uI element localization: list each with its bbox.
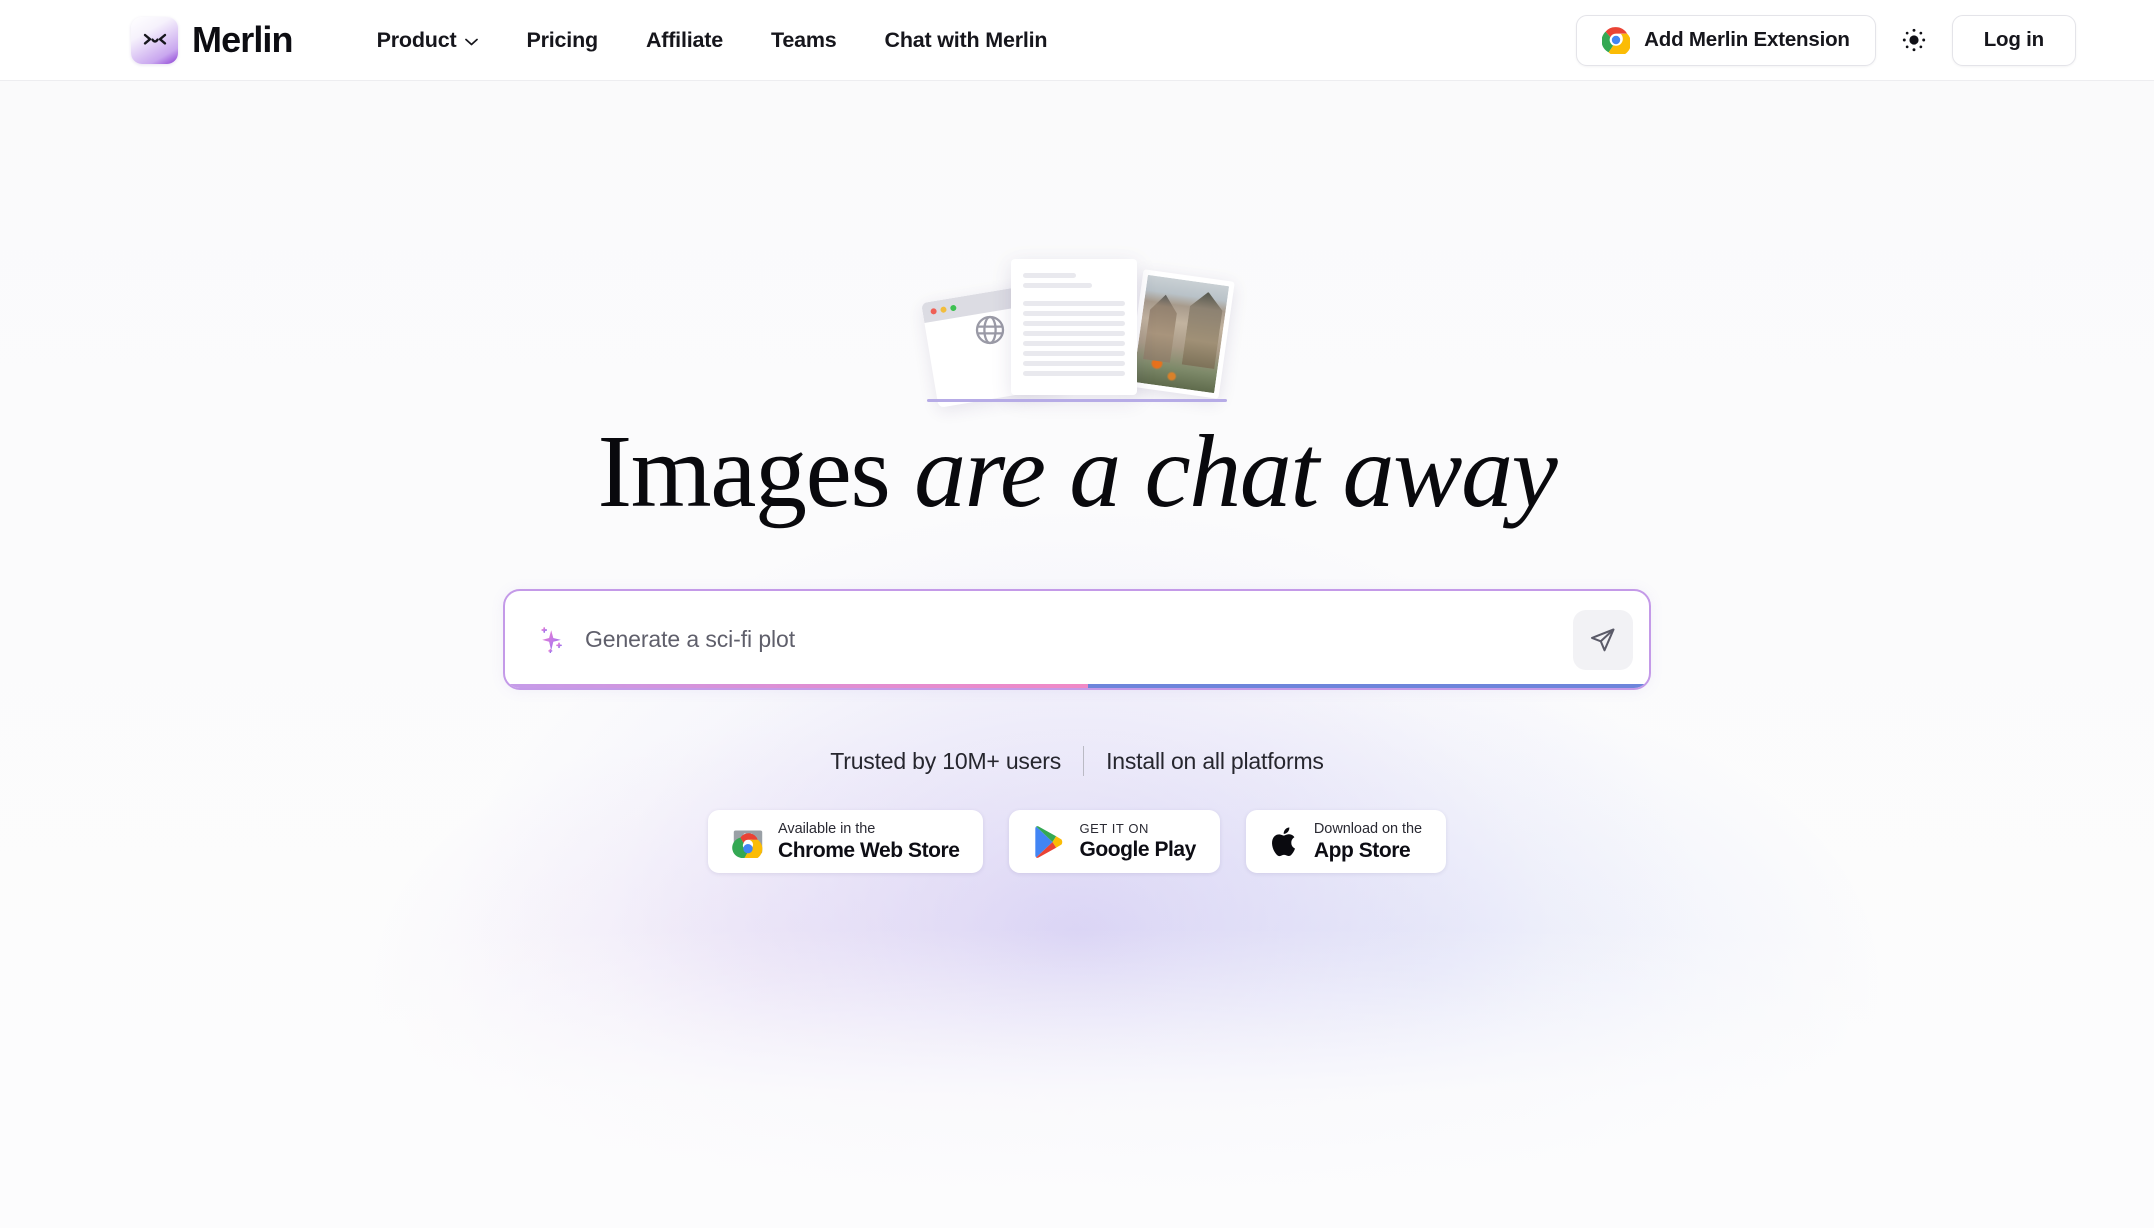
badge-subtitle: Available in the — [778, 820, 876, 837]
brand-name: Merlin — [192, 19, 294, 60]
brand-logo[interactable]: Merlin — [131, 16, 294, 64]
doc-text-line — [1023, 371, 1125, 376]
page-background-fade — [0, 928, 2154, 1228]
traffic-light-green — [949, 304, 957, 312]
nav-label: Pricing — [526, 27, 598, 52]
traffic-light-yellow — [940, 306, 947, 314]
globe-icon — [975, 315, 1005, 345]
chrome-icon — [1602, 27, 1631, 54]
badge-title: Chrome Web Store — [778, 838, 960, 862]
apple-icon — [1270, 825, 1300, 859]
sun-icon — [1902, 28, 1925, 52]
doc-text-line — [1023, 283, 1093, 288]
hero-illustration — [921, 259, 1235, 408]
merlin-mark-icon — [131, 16, 178, 64]
doc-text-line — [1023, 273, 1077, 278]
google-play-icon — [1033, 825, 1065, 859]
add-merlin-extension-label: Add Merlin Extension — [1644, 28, 1850, 51]
doc-text-line — [1023, 311, 1125, 316]
doc-text-line — [1023, 351, 1125, 356]
nav-item-affiliate[interactable]: Affiliate — [622, 20, 747, 61]
login-button[interactable]: Log in — [1951, 14, 2076, 66]
store-badges: Available in the Chrome Web Store GET IT… — [708, 810, 1446, 874]
prompt-progress-bar — [505, 684, 1649, 689]
header-actions: Add Merlin Extension Log in — [1576, 14, 2076, 66]
trust-divider — [1083, 746, 1085, 777]
nav-label: Affiliate — [645, 27, 723, 52]
illustration-document-card — [1011, 259, 1137, 395]
progress-filled — [505, 684, 1089, 689]
chevron-down-icon — [465, 38, 479, 45]
nav-item-product[interactable]: Product — [353, 20, 503, 61]
doc-text-line — [1023, 341, 1125, 346]
site-header: Merlin Product Pricing Affiliate Teams C… — [0, 0, 2154, 81]
google-play-text: GET IT ON Google Play — [1079, 820, 1196, 862]
illustration-photo-card — [1127, 269, 1235, 399]
page-title: Images are a chat away — [597, 414, 1558, 529]
prompt-box[interactable] — [503, 589, 1651, 691]
send-icon — [1591, 628, 1615, 652]
badge-title: App Store — [1313, 838, 1411, 862]
hero-section: Images are a chat away Generate a sci-fi… — [0, 81, 2154, 874]
install-platforms-text: Install on all platforms — [1106, 747, 1324, 774]
headline-plain: Images — [597, 414, 891, 529]
trust-row: Trusted by 10M+ users Install on all pla… — [830, 746, 1324, 777]
doc-text-line — [1023, 331, 1125, 336]
castle-photo — [1132, 274, 1230, 394]
nav-label: Product — [376, 27, 457, 52]
nav-item-pricing[interactable]: Pricing — [502, 20, 621, 61]
chrome-web-store-icon — [732, 826, 764, 858]
nav-label: Teams — [770, 27, 837, 52]
app-store-text: Download on the App Store — [1314, 821, 1422, 863]
doc-text-line — [1023, 301, 1125, 306]
traffic-light-red — [930, 307, 938, 315]
nav-item-chat-with-merlin[interactable]: Chat with Merlin — [861, 20, 1072, 61]
sparkle-icon — [541, 626, 562, 653]
app-store-badge[interactable]: Download on the App Store — [1245, 810, 1446, 874]
prompt-input[interactable] — [585, 591, 1573, 689]
badge-subtitle: GET IT ON — [1079, 820, 1149, 836]
nav-item-teams[interactable]: Teams — [747, 20, 861, 61]
chrome-web-store-badge[interactable]: Available in the Chrome Web Store — [708, 810, 984, 874]
headline-italic: are a chat away — [914, 414, 1558, 529]
badge-subtitle: Download on the — [1313, 820, 1422, 837]
google-play-badge[interactable]: GET IT ON Google Play — [1009, 810, 1220, 874]
main-navigation: Product Pricing Affiliate Teams Chat wit… — [353, 20, 1072, 61]
doc-text-line — [1023, 361, 1125, 366]
trusted-users-text: Trusted by 10M+ users — [830, 747, 1062, 774]
nav-label: Chat with Merlin — [884, 27, 1048, 52]
illustration-underline — [927, 399, 1227, 402]
add-merlin-extension-button[interactable]: Add Merlin Extension — [1576, 14, 1876, 66]
badge-title: Google Play — [1079, 837, 1196, 861]
theme-toggle-button[interactable] — [1888, 14, 1940, 66]
doc-text-line — [1023, 321, 1125, 326]
send-button[interactable] — [1573, 609, 1633, 670]
chrome-web-store-text: Available in the Chrome Web Store — [778, 820, 960, 863]
progress-remaining — [1088, 684, 1649, 689]
